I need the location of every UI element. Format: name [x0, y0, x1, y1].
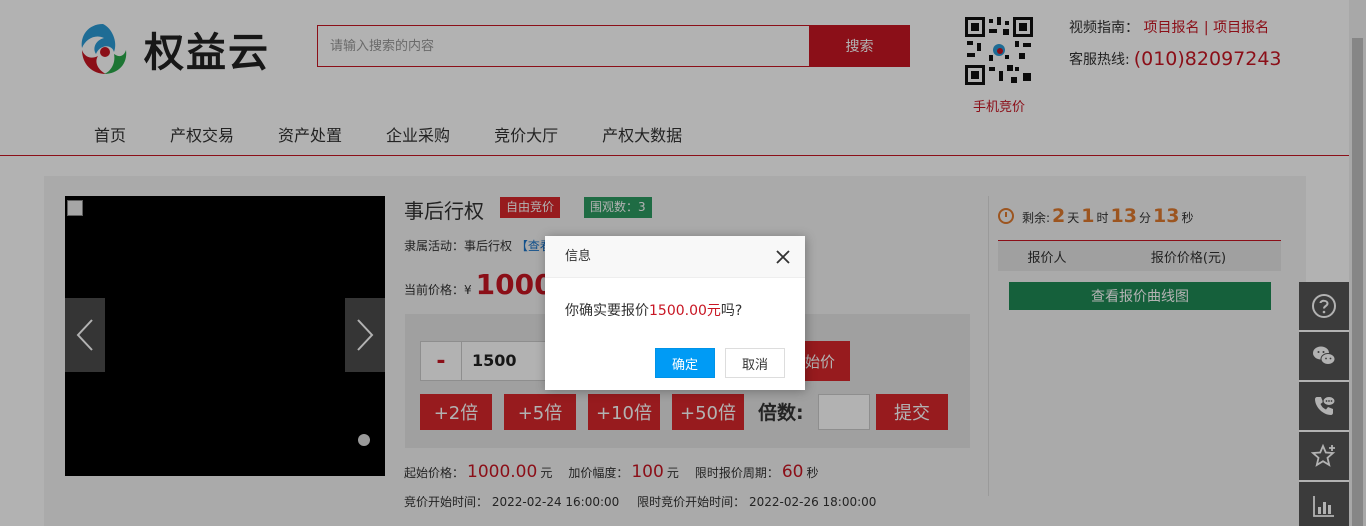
dialog-buttons: 确定 取消	[655, 348, 785, 378]
dialog-title: 信息	[565, 249, 592, 264]
cancel-button[interactable]: 取消	[725, 348, 785, 378]
dialog-message-suffix: 吗?	[720, 303, 743, 319]
dialog-message-amount: 1500.00元	[649, 303, 721, 319]
dialog-message: 你确实要报价1500.00元吗?	[545, 278, 805, 344]
confirm-button[interactable]: 确定	[655, 348, 715, 378]
dialog-header: 信息	[545, 236, 805, 278]
close-icon[interactable]	[775, 249, 791, 265]
dialog-message-prefix: 你确实要报价	[565, 303, 649, 319]
confirm-dialog: 信息 你确实要报价1500.00元吗? 确定 取消	[545, 236, 805, 390]
